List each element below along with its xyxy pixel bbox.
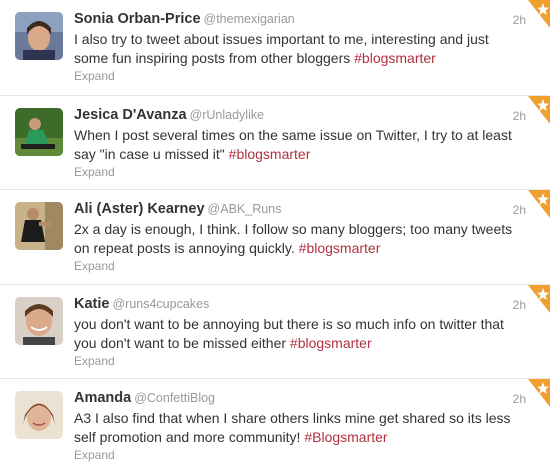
expand-link[interactable]: Expand xyxy=(74,448,115,462)
avatar[interactable] xyxy=(15,108,63,156)
user-handle[interactable]: @ABK_Runs xyxy=(208,202,282,216)
avatar[interactable] xyxy=(15,391,63,439)
tweet-timeline: Sonia Orban-Price @themexigarian 2h I als… xyxy=(0,0,550,472)
expand-link[interactable]: Expand xyxy=(74,69,115,83)
timestamp[interactable]: 2h xyxy=(513,392,526,406)
hashtag-link[interactable]: #blogsmarter xyxy=(299,240,381,256)
tweet-body: 2x a day is enough, I think. I follow so… xyxy=(74,221,513,256)
favorite-star-icon[interactable] xyxy=(528,0,550,28)
timestamp[interactable]: 2h xyxy=(513,298,526,312)
author-name[interactable]: Katie @runs4cupcakes xyxy=(74,296,209,312)
user-handle[interactable]: @themexigarian xyxy=(204,12,295,26)
tweet-item[interactable]: Ali (Aster) Kearney @ABK_Runs 2h 2x a day… xyxy=(0,189,550,284)
avatar[interactable] xyxy=(15,202,63,250)
timestamp[interactable]: 2h xyxy=(513,109,526,123)
expand-link[interactable]: Expand xyxy=(74,354,115,368)
hashtag-link[interactable]: #blogsmarter xyxy=(290,335,372,351)
favorite-star-icon[interactable] xyxy=(528,96,550,124)
timestamp[interactable]: 2h xyxy=(513,203,526,217)
tweet-item[interactable]: Jesica D'Avanza @rUnladylike 2h When I po… xyxy=(0,95,550,189)
author-name[interactable]: Sonia Orban-Price @themexigarian xyxy=(74,11,295,27)
hashtag-link[interactable]: #blogsmarter xyxy=(354,50,436,66)
hashtag-link[interactable]: #Blogsmarter xyxy=(304,429,387,445)
tweet-text: When I post several times on the same is… xyxy=(74,126,514,164)
timestamp[interactable]: 2h xyxy=(513,13,526,27)
display-name[interactable]: Katie xyxy=(74,296,109,312)
expand-link[interactable]: Expand xyxy=(74,165,115,179)
tweet-text: I also try to tweet about issues importa… xyxy=(74,30,514,68)
tweet-item[interactable]: Katie @runs4cupcakes 2h you don't want to… xyxy=(0,284,550,378)
tweet-item[interactable]: Amanda @ConfettiBlog 2h A3 I also find th… xyxy=(0,378,550,472)
avatar[interactable] xyxy=(15,297,63,345)
tweet-text: you don't want to be annoying but there … xyxy=(74,315,514,353)
author-name[interactable]: Jesica D'Avanza @rUnladylike xyxy=(74,107,264,123)
favorite-star-icon[interactable] xyxy=(528,379,550,407)
tweet-text: 2x a day is enough, I think. I follow so… xyxy=(74,220,514,258)
hashtag-link[interactable]: #blogsmarter xyxy=(229,146,311,162)
user-handle[interactable]: @ConfettiBlog xyxy=(134,391,215,405)
user-handle[interactable]: @rUnladylike xyxy=(190,108,265,122)
tweet-text: A3 I also find that when I share others … xyxy=(74,409,514,447)
author-name[interactable]: Amanda @ConfettiBlog xyxy=(74,390,215,406)
display-name[interactable]: Jesica D'Avanza xyxy=(74,107,187,123)
avatar[interactable] xyxy=(15,12,63,60)
tweet-item[interactable]: Sonia Orban-Price @themexigarian 2h I als… xyxy=(0,0,550,95)
favorite-star-icon[interactable] xyxy=(528,190,550,218)
author-name[interactable]: Ali (Aster) Kearney @ABK_Runs xyxy=(74,201,281,217)
favorite-star-icon[interactable] xyxy=(528,285,550,313)
tweet-body: A3 I also find that when I share others … xyxy=(74,410,511,445)
user-handle[interactable]: @runs4cupcakes xyxy=(112,297,209,311)
display-name[interactable]: Sonia Orban-Price xyxy=(74,11,201,27)
expand-link[interactable]: Expand xyxy=(74,259,115,273)
display-name[interactable]: Amanda xyxy=(74,390,131,406)
display-name[interactable]: Ali (Aster) Kearney xyxy=(74,201,205,217)
